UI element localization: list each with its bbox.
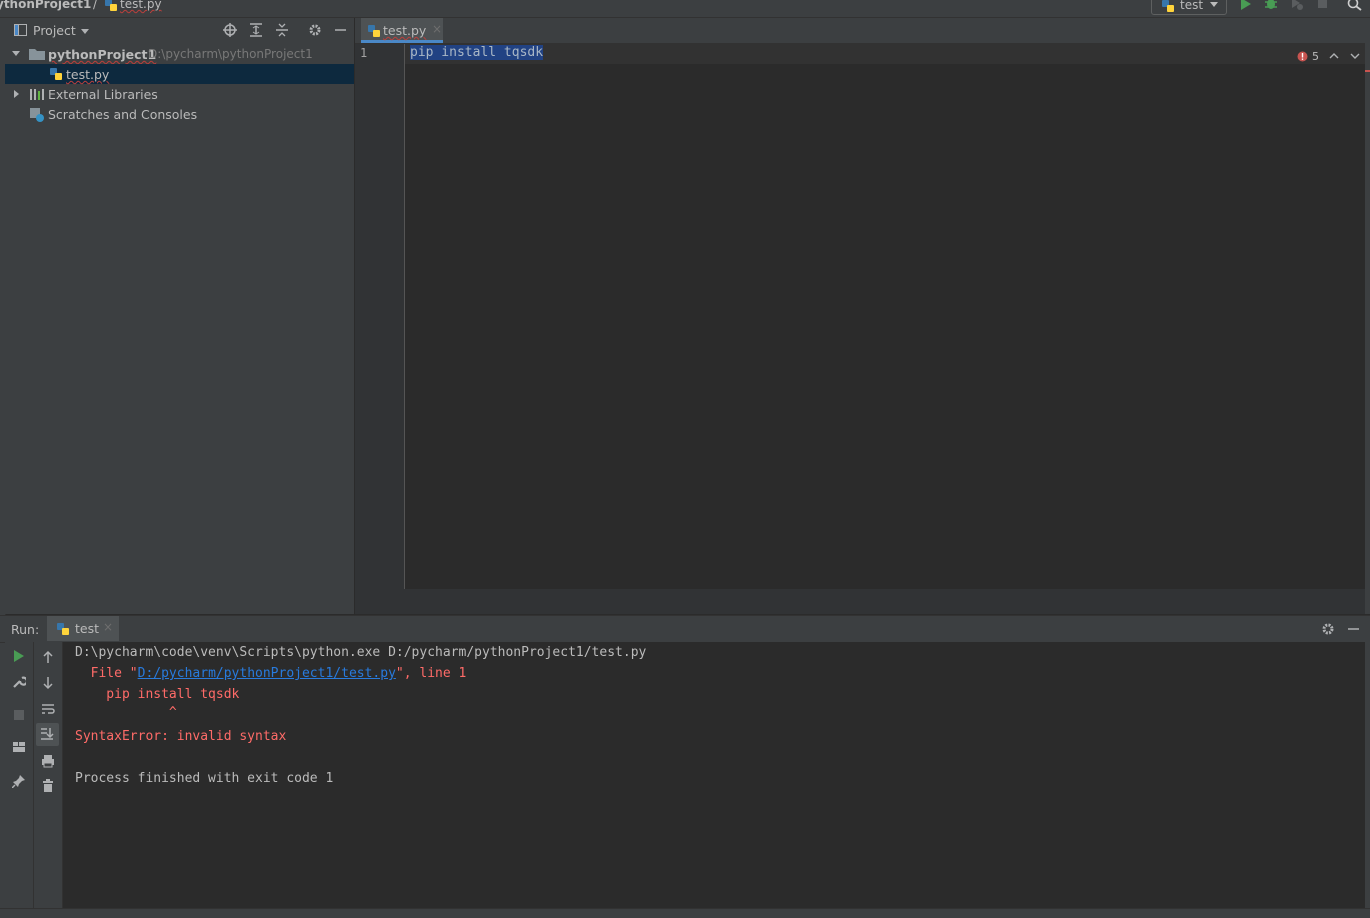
gear-icon[interactable] bbox=[308, 23, 322, 37]
search-icon[interactable] bbox=[1347, 0, 1363, 11]
tab-test-py[interactable]: test.py × bbox=[361, 18, 443, 43]
console-traceback-file-line: File "D:/pycharm/pythonProject1/test.py"… bbox=[75, 666, 467, 681]
scratches-icon bbox=[30, 108, 44, 122]
close-icon[interactable]: × bbox=[103, 620, 113, 634]
python-file-icon bbox=[105, 0, 117, 11]
tree-item-label: test.py bbox=[66, 67, 110, 82]
chevron-down-icon[interactable] bbox=[12, 51, 20, 56]
stop-icon[interactable] bbox=[1316, 0, 1330, 11]
tree-item-project-root[interactable]: pythonProject1 D:\pycharm\pythonProject1 bbox=[5, 44, 354, 64]
python-file-icon bbox=[368, 25, 380, 37]
tree-item-label: pythonProject1 bbox=[48, 47, 157, 62]
tab-label: test bbox=[75, 621, 100, 636]
close-icon[interactable]: × bbox=[432, 22, 442, 36]
project-view-icon bbox=[14, 24, 27, 36]
layout-icon[interactable] bbox=[12, 740, 26, 754]
pin-icon[interactable] bbox=[12, 774, 26, 788]
console-caret-line: ^ bbox=[75, 705, 177, 720]
tree-item-external-libraries[interactable]: External Libraries bbox=[5, 84, 354, 104]
tab-label: test.py bbox=[383, 23, 427, 38]
debug-icon[interactable] bbox=[1264, 0, 1278, 11]
tree-item-scratches[interactable]: Scratches and Consoles bbox=[5, 104, 354, 124]
console-file-prefix: File " bbox=[75, 666, 138, 681]
editor-horizontal-scrollbar[interactable] bbox=[355, 589, 1365, 614]
console-exit-line: Process finished with exit code 1 bbox=[75, 771, 334, 786]
line-number-gutter: 1 bbox=[355, 44, 405, 589]
run-panel-label: Run: bbox=[11, 622, 40, 637]
console-file-suffix: ", line 1 bbox=[395, 666, 467, 681]
chevron-right-icon[interactable] bbox=[14, 90, 19, 98]
tab-run-test[interactable]: test × bbox=[47, 616, 119, 641]
chevron-down-icon[interactable] bbox=[1350, 52, 1360, 60]
editor-tab-bar: test.py × bbox=[355, 18, 1365, 44]
soft-wrap-icon[interactable] bbox=[41, 702, 55, 716]
editor-vertical-scrollbar[interactable] bbox=[1365, 18, 1370, 614]
breadcrumb-separator: / bbox=[93, 0, 98, 11]
tree-item-label: External Libraries bbox=[48, 87, 158, 102]
locate-icon[interactable] bbox=[223, 23, 237, 37]
chevron-down-icon bbox=[1210, 2, 1218, 7]
tree-item-label: Scratches and Consoles bbox=[48, 107, 198, 122]
run-icon[interactable] bbox=[1239, 0, 1253, 11]
selected-code[interactable]: pip install tqsdk bbox=[410, 45, 544, 60]
console-code-line: pip install tqsdk bbox=[75, 687, 240, 702]
tree-item-test-py[interactable]: test.py bbox=[5, 64, 354, 84]
run-toolbar-primary bbox=[5, 642, 34, 908]
console-scrollbar[interactable] bbox=[1365, 642, 1370, 908]
run-toolbar-secondary bbox=[34, 642, 63, 908]
error-icon[interactable] bbox=[1297, 51, 1308, 62]
collapse-all-icon[interactable] bbox=[275, 23, 289, 37]
stop-icon[interactable] bbox=[12, 708, 26, 722]
editor-area: test.py × 1 pip install tqsdk 5 bbox=[355, 18, 1365, 614]
rerun-icon[interactable] bbox=[12, 649, 26, 663]
run-configuration-dropdown[interactable]: test bbox=[1151, 0, 1227, 15]
chevron-up-icon[interactable] bbox=[1329, 52, 1339, 60]
python-icon bbox=[57, 623, 69, 635]
print-icon[interactable] bbox=[41, 754, 55, 768]
project-panel-header: Project bbox=[5, 18, 354, 43]
scroll-to-end-icon bbox=[41, 728, 54, 740]
line-number: 1 bbox=[360, 46, 368, 60]
code-line[interactable]: pip install tqsdk bbox=[410, 45, 544, 60]
tree-item-path: D:\pycharm\pythonProject1 bbox=[148, 47, 313, 61]
breadcrumb-file[interactable]: test.py bbox=[120, 0, 162, 11]
trash-icon[interactable] bbox=[41, 779, 55, 793]
breadcrumb-project[interactable]: ythonProject1 bbox=[0, 0, 91, 11]
arrow-down-icon[interactable] bbox=[41, 676, 55, 690]
run-configuration-label: test bbox=[1180, 0, 1204, 12]
console-command-line: D:\pycharm\code\venv\Scripts\python.exe … bbox=[75, 645, 647, 660]
python-icon bbox=[1162, 0, 1174, 12]
run-console-output[interactable]: D:\pycharm\code\venv\Scripts\python.exe … bbox=[63, 642, 1365, 908]
project-panel: Project pythonProject1 D:\pycharm\python… bbox=[5, 18, 354, 614]
coverage-icon[interactable] bbox=[1290, 0, 1304, 11]
run-panel-header: Run: test × bbox=[0, 615, 1370, 643]
arrow-up-icon[interactable] bbox=[41, 650, 55, 664]
console-file-link[interactable]: D:/pycharm/pythonProject1/test.py bbox=[138, 666, 396, 681]
minimize-icon[interactable] bbox=[1347, 622, 1361, 636]
library-icon bbox=[30, 89, 44, 100]
chevron-down-icon[interactable] bbox=[81, 29, 89, 34]
project-view-title[interactable]: Project bbox=[33, 23, 76, 38]
console-error-line: SyntaxError: invalid syntax bbox=[75, 729, 287, 744]
error-count[interactable]: 5 bbox=[1312, 50, 1319, 63]
error-stripe-marker[interactable] bbox=[1365, 70, 1370, 72]
expand-all-icon[interactable] bbox=[249, 23, 263, 37]
navigation-bar: ythonProject1 / test.py test bbox=[0, 0, 1370, 18]
gear-icon[interactable] bbox=[1321, 622, 1335, 636]
python-file-icon bbox=[50, 68, 62, 80]
wrench-icon[interactable] bbox=[12, 675, 26, 689]
minimize-icon[interactable] bbox=[334, 23, 348, 37]
folder-icon bbox=[29, 49, 45, 60]
scroll-to-end-toggle[interactable] bbox=[36, 723, 59, 746]
